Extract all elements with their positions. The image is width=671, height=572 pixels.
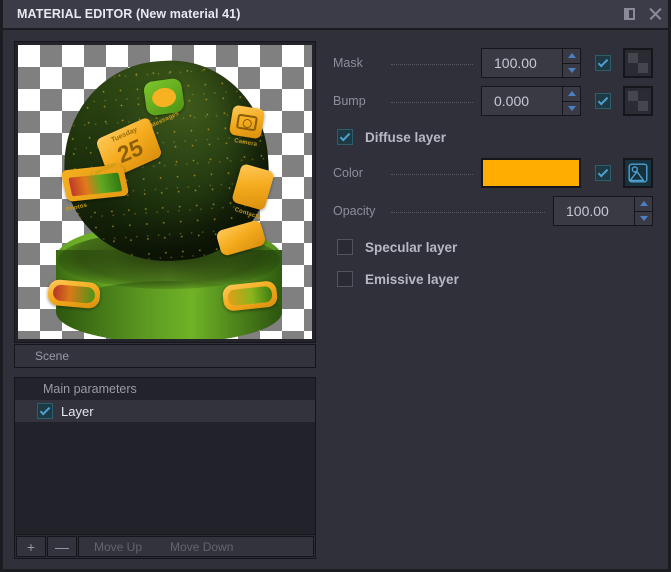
property-row-opacity: Opacity 100.00 — [333, 192, 653, 230]
property-row-mask: Mask 100.00 — [333, 44, 653, 82]
preview-viewport[interactable]: Messages Camera Tuesday 25 Calendar Phot… — [18, 45, 312, 339]
opacity-spinner — [634, 197, 652, 225]
bump-label: Bump — [333, 94, 391, 108]
image-icon — [628, 163, 648, 183]
decal-camera — [229, 105, 265, 140]
window-title: MATERIAL EDITOR (New material 41) — [17, 7, 240, 21]
check-icon — [340, 130, 351, 141]
triangle-up-icon — [568, 91, 576, 96]
remove-layer-button[interactable]: — — [47, 536, 77, 557]
camera-icon — [236, 113, 258, 131]
opacity-input[interactable]: 100.00 — [553, 196, 653, 226]
emissive-layer-label: Emissive layer — [365, 272, 459, 287]
diffuse-layer-toggle[interactable]: Diffuse layer — [333, 122, 653, 152]
list-item-layer[interactable]: Layer — [15, 400, 315, 422]
mask-input[interactable]: 100.00 — [481, 48, 581, 78]
checker-icon — [628, 53, 648, 73]
triangle-down-icon — [568, 68, 576, 73]
bump-value: 0.000 — [482, 93, 529, 109]
triangle-down-icon — [640, 216, 648, 221]
decal-base-left — [47, 279, 101, 309]
property-row-bump: Bump 0.000 — [333, 82, 653, 120]
bump-spinner — [562, 87, 580, 115]
preview-viewport-frame: Messages Camera Tuesday 25 Calendar Phot… — [14, 41, 316, 343]
scene-bar[interactable]: Scene — [14, 344, 316, 368]
main-parameters-header: Main parameters — [15, 378, 315, 400]
messages-bubble-icon — [151, 86, 177, 108]
material-editor-window: MATERIAL EDITOR (New material 41) Messag… — [0, 0, 671, 572]
maximize-icon — [624, 8, 635, 20]
emissive-layer-toggle[interactable]: Emissive layer — [333, 264, 653, 294]
properties-panel: Mask 100.00 Bump 0.000 — [333, 44, 653, 296]
triangle-up-icon — [568, 53, 576, 58]
bump-spinner-down[interactable] — [563, 102, 580, 116]
color-label: Color — [333, 166, 391, 180]
bump-leader-line — [391, 102, 473, 103]
specular-layer-checkbox[interactable] — [337, 239, 353, 255]
move-buttons-group: Move Up Move Down — [78, 536, 314, 557]
bump-spinner-up[interactable] — [563, 87, 580, 102]
add-layer-button[interactable]: + — [16, 536, 46, 557]
color-texture-button[interactable] — [623, 158, 653, 188]
checker-icon — [628, 91, 648, 111]
scene-label: Scene — [35, 349, 69, 363]
opacity-leader-line — [391, 212, 545, 213]
close-button[interactable] — [642, 0, 668, 29]
close-icon — [648, 7, 662, 21]
layer-visibility-checkbox[interactable] — [37, 403, 53, 419]
check-icon — [40, 404, 51, 415]
main-parameters-panel: Main parameters Layer + — Move Up Move D… — [14, 377, 316, 559]
emissive-layer-checkbox[interactable] — [337, 271, 353, 287]
window-titlebar: MATERIAL EDITOR (New material 41) — [3, 0, 668, 30]
triangle-up-icon — [640, 201, 648, 206]
mask-value: 100.00 — [482, 55, 537, 71]
maximize-button[interactable] — [616, 0, 642, 29]
mask-texture-button[interactable] — [623, 48, 653, 78]
color-leader-line — [391, 174, 473, 175]
mask-spinner — [562, 49, 580, 77]
decal-messages — [143, 78, 185, 117]
opacity-label: Opacity — [333, 204, 391, 218]
triangle-down-icon — [568, 106, 576, 111]
opacity-value: 100.00 — [554, 203, 609, 219]
property-row-color: Color — [333, 154, 653, 192]
mask-enabled-checkbox[interactable] — [595, 55, 611, 71]
specular-layer-label: Specular layer — [365, 240, 457, 255]
mask-label: Mask — [333, 56, 391, 70]
opacity-spinner-up[interactable] — [635, 197, 652, 212]
bump-enabled-checkbox[interactable] — [595, 93, 611, 109]
mask-spinner-down[interactable] — [563, 64, 580, 78]
check-icon — [598, 166, 609, 177]
diffuse-layer-label: Diffuse layer — [365, 130, 446, 145]
mask-leader-line — [391, 64, 473, 65]
diffuse-layer-checkbox[interactable] — [337, 129, 353, 145]
move-down-button[interactable]: Move Down — [170, 540, 233, 554]
color-enabled-checkbox[interactable] — [595, 165, 611, 181]
check-icon — [598, 94, 609, 105]
bump-input[interactable]: 0.000 — [481, 86, 581, 116]
check-icon — [598, 56, 609, 67]
layer-list-toolbar: + — Move Up Move Down — [15, 534, 315, 558]
move-up-button[interactable]: Move Up — [94, 540, 142, 554]
specular-layer-toggle[interactable]: Specular layer — [333, 232, 653, 262]
bump-texture-button[interactable] — [623, 86, 653, 116]
layer-name-label: Layer — [61, 404, 94, 419]
mask-spinner-up[interactable] — [563, 49, 580, 64]
color-swatch[interactable] — [481, 158, 581, 188]
layer-list[interactable]: Layer — [15, 400, 315, 534]
opacity-spinner-down[interactable] — [635, 212, 652, 226]
